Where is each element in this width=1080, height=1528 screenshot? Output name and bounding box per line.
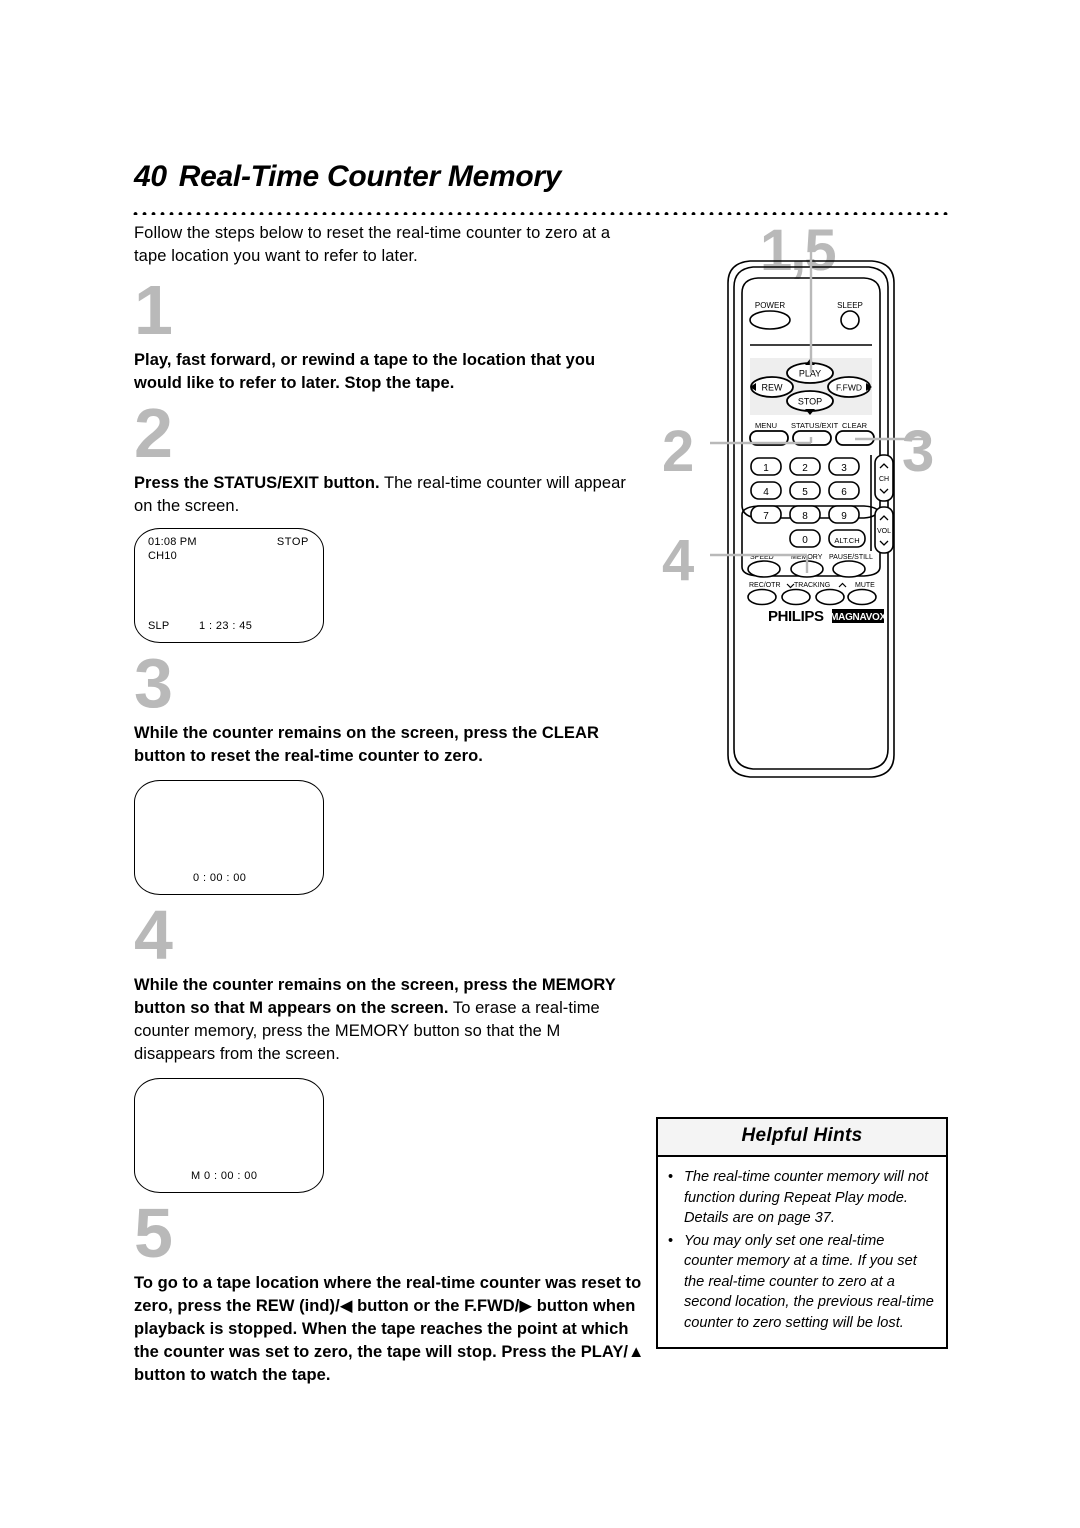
helpful-hints-title: Helpful Hints <box>658 1119 946 1157</box>
step-1-bold: Play, fast forward, or rewind a tape to … <box>134 351 596 392</box>
step-2-bold: Press the STATUS/EXIT button. <box>134 474 380 492</box>
tracking-down-icon <box>786 583 795 589</box>
step-5-number: 5 <box>134 1194 173 1272</box>
pause-still-label: PAUSE/STILL <box>829 554 873 561</box>
step-2: 2 Press the STATUS/EXIT button. The real… <box>134 394 646 643</box>
key-5-label: 5 <box>802 487 808 498</box>
tracking-label: TRACKING <box>794 582 830 589</box>
brand-magnavox: MAGNAVOX <box>830 612 886 623</box>
step-3-number: 3 <box>134 644 173 722</box>
alt-ch-label: ALT.CH <box>834 536 859 545</box>
screen-channel: CH10 <box>148 550 177 562</box>
mute-label: MUTE <box>855 582 875 589</box>
page-title-text: Real-Time Counter Memory <box>178 160 562 193</box>
brand-philips: PHILIPS <box>768 608 824 625</box>
mute-button[interactable] <box>847 588 877 606</box>
ch-label: CH <box>879 476 889 483</box>
screen-speed: SLP <box>148 620 170 632</box>
ffwd-label: F.FWD <box>836 383 862 393</box>
stop-label: STOP <box>798 397 822 407</box>
screen-mode: STOP <box>276 536 309 548</box>
helpful-hints-box: Helpful Hints • The real-time counter me… <box>656 1117 948 1349</box>
screen-time: 01:08 PM <box>148 536 197 548</box>
key-7-label: 7 <box>763 511 769 522</box>
key-6-label: 6 <box>841 487 847 498</box>
tv-screen-step-3: 0 : 00 : 00 <box>134 780 324 895</box>
step-4-number: 4 <box>134 896 173 974</box>
power-button[interactable] <box>749 310 791 330</box>
bullet-icon: • <box>668 1232 674 1249</box>
pause-still-button[interactable] <box>832 560 866 578</box>
step-4-text: While the counter remains on the screen,… <box>134 974 646 1066</box>
key-4-label: 4 <box>763 487 769 498</box>
step-3-text: While the counter remains on the screen,… <box>134 722 646 768</box>
step-5: 5 To go to a tape location where the rea… <box>134 1194 646 1387</box>
tracking-down-button[interactable] <box>781 588 811 606</box>
remote-control-illustration: 1,5 2 3 4 POWER SLEEP PLAY STOP REW F.FW… <box>650 215 980 795</box>
page-title: 40 Real-Time Counter Memory <box>134 160 561 194</box>
step-5-bold: To go to a tape location where the real-… <box>134 1274 645 1384</box>
step-2-number: 2 <box>134 394 173 472</box>
power-label: POWER <box>755 301 785 310</box>
hint-item: • You may only set one real-time counter… <box>668 1231 934 1334</box>
tracking-up-button[interactable] <box>815 588 845 606</box>
rec-otr-button[interactable] <box>747 588 777 606</box>
step-1-number: 1 <box>134 271 173 349</box>
vol-label: VOL <box>877 528 891 535</box>
key-8-label: 8 <box>802 511 808 522</box>
hint-item: • The real-time counter memory will not … <box>668 1167 934 1229</box>
screen-counter-zero: 0 : 00 : 00 <box>193 872 247 884</box>
tracking-up-icon <box>838 582 847 588</box>
hint-text: The real-time counter memory will not fu… <box>684 1169 929 1226</box>
clear-label: CLEAR <box>842 421 868 430</box>
step-1-text: Play, fast forward, or rewind a tape to … <box>134 349 646 395</box>
key-9-label: 9 <box>841 511 847 522</box>
sleep-button[interactable] <box>840 310 860 330</box>
speed-button[interactable] <box>747 560 781 578</box>
instructions-column: Follow the steps below to reset the real… <box>134 222 646 1387</box>
page-number: 40 <box>134 160 167 193</box>
tv-screen-step-2: 01:08 PM STOP CH10 SLP 1 : 23 : 45 <box>134 528 324 643</box>
step-5-text: To go to a tape location where the real-… <box>134 1272 646 1387</box>
manual-page: 40 Real-Time Counter Memory Follow the st… <box>0 0 1080 1528</box>
step-3-bold: While the counter remains on the screen,… <box>134 724 599 765</box>
step-3: 3 While the counter remains on the scree… <box>134 644 646 895</box>
key-1-label: 1 <box>763 463 769 474</box>
step-4: 4 While the counter remains on the scree… <box>134 896 646 1193</box>
key-2-label: 2 <box>802 463 808 474</box>
helpful-hints-list: • The real-time counter memory will not … <box>658 1157 946 1347</box>
step-2-text: Press the STATUS/EXIT button. The real-t… <box>134 472 646 518</box>
key-3-label: 3 <box>841 463 847 474</box>
intro-text: Follow the steps below to reset the real… <box>134 224 611 265</box>
menu-label: MENU <box>755 421 777 430</box>
tv-screen-step-4: M 0 : 00 : 00 <box>134 1078 324 1193</box>
step-1: 1 Play, fast forward, or rewind a tape t… <box>134 271 646 395</box>
screen-counter: 1 : 23 : 45 <box>199 620 253 632</box>
sleep-label: SLEEP <box>837 301 863 310</box>
hint-text: You may only set one real-time counter m… <box>684 1232 934 1331</box>
bullet-icon: • <box>668 1169 674 1185</box>
rew-label: REW <box>762 383 784 393</box>
rec-otr-label: REC/OTR <box>749 582 781 589</box>
remote-svg: POWER SLEEP PLAY STOP REW F.FWD MENU STA… <box>710 233 928 778</box>
key-0-label: 0 <box>802 535 808 546</box>
status-exit-label: STATUS/EXIT <box>791 421 839 430</box>
screen-counter-memory: M 0 : 00 : 00 <box>191 1170 258 1182</box>
